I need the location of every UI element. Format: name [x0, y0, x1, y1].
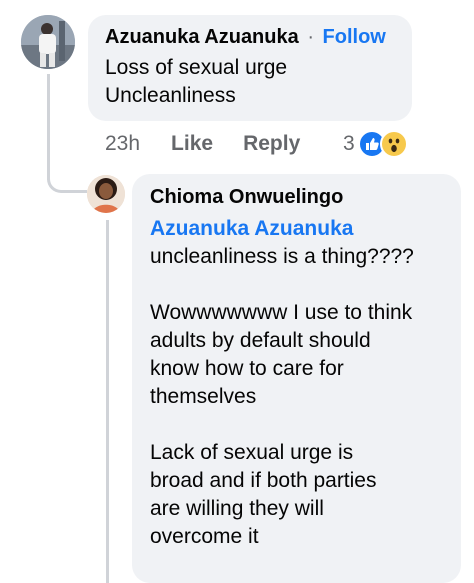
reply-bubble: Chioma Onwuelingo Azuanuka Azuanuka uncl… [132, 174, 461, 583]
comment-meta-row: 23h Like Reply [105, 130, 300, 158]
reply-line: Wowwwwwww I use to think [150, 301, 413, 324]
person-photo-icon [87, 175, 125, 213]
comment-line: Uncleanliness [105, 84, 236, 107]
reply-line: know how to care for [150, 357, 344, 380]
reply-author-name[interactable]: Chioma Onwuelingo [150, 185, 446, 209]
reply-line: broad and if both parties [150, 469, 377, 492]
separator-dot: · [307, 26, 314, 48]
reaction-summary[interactable]: 3 [343, 130, 408, 158]
reply-line: Lack of sexual urge is [150, 441, 354, 464]
reply-line: adults by default should [150, 329, 371, 352]
wow-reaction-icon [379, 130, 408, 158]
thread-line-vertical [47, 74, 50, 180]
like-button[interactable]: Like [171, 132, 213, 156]
comment-line: Loss of sexual urge [105, 56, 288, 79]
follow-button[interactable]: Follow [323, 26, 386, 48]
reply-button[interactable]: Reply [243, 132, 300, 156]
comment-author-name[interactable]: Azuanuka Azuanuka [105, 26, 299, 48]
reply-line: overcome it [150, 525, 259, 548]
comment-timestamp[interactable]: 23h [105, 132, 140, 156]
person-photo-icon [21, 15, 75, 69]
thread-line-curve [47, 177, 87, 193]
reply-line: uncleanliness is a thing???? [150, 245, 414, 268]
reply-line: are willing they will [150, 497, 324, 520]
reply-mention-link[interactable]: Azuanuka Azuanuka [150, 215, 446, 243]
thread-line-continuation [106, 220, 109, 583]
replier-avatar[interactable] [87, 175, 125, 213]
reaction-count: 3 [343, 132, 355, 155]
commenter-avatar[interactable] [21, 15, 75, 69]
reply-line: themselves [150, 385, 257, 408]
comment-bubble: Azuanuka Azuanuka · Follow Loss of sexua… [88, 15, 412, 121]
comment-author-row: Azuanuka Azuanuka · Follow [105, 25, 396, 49]
